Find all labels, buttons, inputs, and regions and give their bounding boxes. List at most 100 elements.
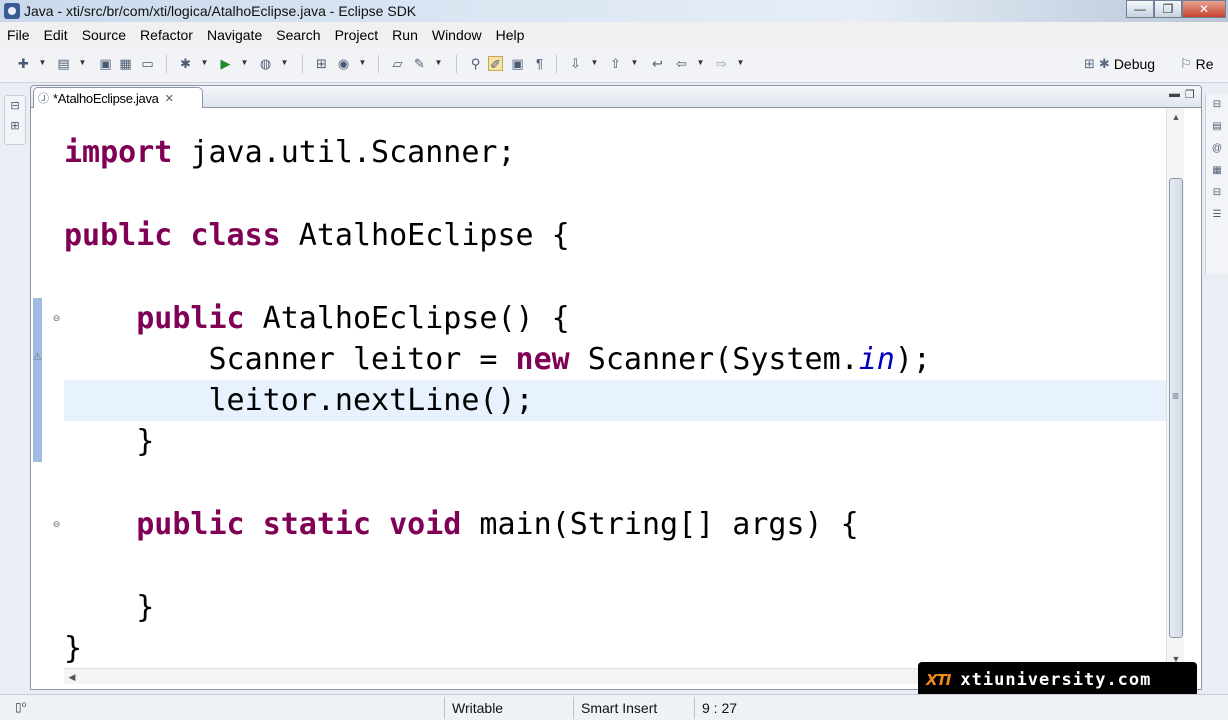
menu-source[interactable]: Source [75,27,133,43]
keyword: static [262,507,372,542]
tab-atalhoeclipse-java[interactable]: Ⓙ *AtalhoEclipse.java ✕ [33,87,203,108]
code-line: import java.util.Scanner; [64,132,1166,173]
run-dropdown-icon[interactable]: ▼ [240,58,249,68]
block-selection-icon[interactable]: ▣ [510,56,525,71]
toolbar-separator [166,55,167,73]
scroll-up-icon[interactable]: ▲ [1167,110,1185,124]
status-writable: Writable [444,697,572,719]
fast-view-icon[interactable]: ▯⁰ [15,700,26,714]
code-text: } [64,424,155,459]
show-whitespace-icon[interactable]: ¶ [532,56,547,71]
next-annotation-icon[interactable]: ⇩ [568,56,583,71]
warning-marker-icon[interactable]: ⚠ [33,352,42,363]
fold-main-method-icon[interactable]: ⊖ [52,520,61,529]
new-dropdown-icon[interactable]: ▼ [38,58,47,68]
debug-dropdown-icon[interactable]: ▼ [200,58,209,68]
javadoc-view-icon[interactable]: @ [1206,138,1228,160]
close-button[interactable]: ✕ [1182,0,1226,18]
save-all-icon[interactable]: ▦ [118,56,133,71]
perspective-other[interactable]: ⚐ Re [1180,56,1214,72]
maximize-button[interactable]: ❐ [1154,0,1182,18]
keyword: void [389,507,462,542]
left-trim-bar: ⊟ ⊞ [4,95,26,145]
vertical-scrollbar[interactable]: ▲ ▼ [1166,108,1184,668]
code-line: public AtalhoEclipse() { [64,298,1166,339]
previous-annotation-dropdown-icon[interactable]: ▼ [630,58,639,68]
previous-annotation-icon[interactable]: ⇧ [608,56,623,71]
forward-icon[interactable]: ⇨ [714,56,729,71]
external-tools-dropdown-icon[interactable]: ▼ [280,58,289,68]
new-class-dropdown-icon[interactable]: ▼ [358,58,367,68]
close-tab-icon[interactable]: ✕ [165,92,174,105]
keyword: new [515,342,570,377]
maximize-editor-icon[interactable]: ❐ [1185,88,1195,101]
menu-run[interactable]: Run [385,27,425,43]
next-annotation-dropdown-icon[interactable]: ▼ [590,58,599,68]
highlight-icon[interactable]: ✐ [488,56,503,72]
perspective-other-label: Re [1195,56,1214,72]
outline-view-icon[interactable]: ☰ [1206,204,1228,226]
code-text: } [64,590,155,625]
vertical-ruler: ⚠ ⊖ ⊖ [31,108,60,668]
toolbar-separator [556,55,557,73]
menu-file[interactable]: File [0,27,37,43]
java-file-icon: Ⓙ [38,93,49,105]
code-line: public static void main(String[] args) { [64,504,1166,545]
menu-window[interactable]: Window [425,27,489,43]
menu-project[interactable]: Project [328,27,386,43]
new-java-package-icon[interactable]: ⊞ [314,56,329,71]
menu-refactor[interactable]: Refactor [133,27,200,43]
external-tools-icon[interactable]: ◍ [258,56,273,71]
menu-navigate[interactable]: Navigate [200,27,269,43]
debug-icon[interactable]: ✱ [178,56,193,71]
toolbar-separator [378,55,379,73]
toggle-mark-occurrences-icon[interactable]: ⚲ [468,56,483,71]
pen-icon[interactable]: ✎ [412,56,427,71]
code-text: java.util.Scanner; [172,135,516,170]
code-text: Scanner leitor = [64,342,516,377]
tab-label: *AtalhoEclipse.java [53,90,159,106]
save-icon[interactable]: ▣ [98,56,113,71]
code-text: AtalhoEclipse() { [244,301,570,336]
new-wizard-icon[interactable]: ✚ [16,56,31,71]
open-folder-icon[interactable]: ▱ [390,56,405,71]
minimize-editor-icon[interactable]: ▬ [1169,88,1180,100]
java-editor: Ⓙ *AtalhoEclipse.java ✕ ▬ ❐ ⚠ ⊖ ⊖ import… [30,85,1202,690]
keyword: public [136,301,245,336]
last-edit-location-icon[interactable]: ↩ [650,56,665,71]
restore-outline-icon[interactable]: ⊟ [1206,182,1228,204]
open-dropdown-icon[interactable]: ▼ [78,58,87,68]
code-line: Scanner leitor = new Scanner(System.in); [64,339,1166,380]
code-area[interactable]: import java.util.Scanner; public class A… [64,108,1166,668]
current-code-line: leitor.nextLine(); [64,380,1166,421]
status-bar: ▯⁰ Writable Smart Insert 9 : 27 [0,694,1228,720]
right-trim-bar: ⊟ ▤ @ ▦ ⊟ ☰ [1205,94,1228,274]
print-icon[interactable]: ▭ [140,56,155,71]
code-text: main(String[] args) { [461,507,859,542]
forward-dropdown-icon[interactable]: ▼ [736,58,745,68]
run-icon[interactable]: ▶ [218,56,233,71]
fold-constructor-icon[interactable]: ⊖ [52,314,61,323]
minimize-button[interactable]: — [1126,0,1154,18]
pen-dropdown-icon[interactable]: ▼ [434,58,443,68]
problems-view-icon[interactable]: ▤ [1206,116,1228,138]
menu-search[interactable]: Search [269,27,327,43]
perspective-debug[interactable]: ⊞ ✱ Debug [1084,56,1155,72]
package-explorer-icon[interactable]: ⊞ [5,116,25,136]
restore-right-icon[interactable]: ⊟ [1206,94,1228,116]
open-type-icon[interactable]: ▤ [56,56,71,71]
watermark-text: xtiuniversity.com [960,669,1152,690]
new-java-class-icon[interactable]: ◉ [336,56,351,71]
menu-help[interactable]: Help [489,27,532,43]
window-controls: — ❐ ✕ [1126,0,1226,18]
back-dropdown-icon[interactable]: ▼ [696,58,705,68]
restore-view-icon[interactable]: ⊟ [5,96,25,116]
debug-perspective-icon: ✱ [1098,56,1110,71]
back-icon[interactable]: ⇦ [674,56,689,71]
declaration-view-icon[interactable]: ▦ [1206,160,1228,182]
scroll-left-icon[interactable]: ◀ [64,669,80,685]
menu-edit[interactable]: Edit [37,27,75,43]
vertical-scroll-thumb[interactable] [1169,178,1183,638]
open-perspective-icon[interactable]: ⊞ [1084,56,1095,72]
